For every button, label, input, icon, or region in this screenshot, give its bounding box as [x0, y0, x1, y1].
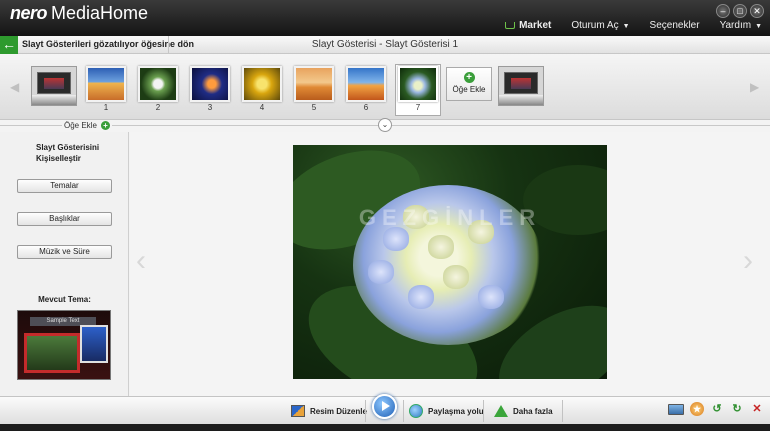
more-label: Daha fazla: [513, 406, 553, 416]
next-slide-icon[interactable]: ›: [743, 246, 763, 276]
bottom-toolbar: Resim Düzenle Paylaşma yolu Daha fazla ★…: [0, 394, 770, 424]
options-menu[interactable]: Seçenekler: [650, 20, 700, 31]
share-label: Paylaşma yolu: [428, 406, 484, 416]
thumbnail-7[interactable]: [398, 66, 438, 102]
back-arrow-icon[interactable]: ←: [0, 36, 18, 54]
transition-tile-start[interactable]: [31, 66, 77, 106]
theme-frame: [80, 325, 108, 363]
add-item-tile[interactable]: + Öğe Ekle: [446, 67, 492, 101]
thumbnail-1[interactable]: [86, 66, 126, 102]
petal: [443, 265, 469, 289]
strip-footer: Öğe Ekle + ⌄: [0, 118, 770, 132]
thumbnail-number: 4: [259, 103, 265, 112]
chevron-down-icon: ▼: [622, 23, 630, 30]
favorite-icon[interactable]: ★: [690, 402, 704, 416]
plus-icon: +: [463, 72, 475, 83]
add-item-label: Öğe Ekle: [64, 121, 97, 130]
thumbnail-number: 7: [415, 103, 421, 112]
brand-product: MediaHome: [51, 3, 149, 23]
window-footer: [0, 424, 770, 431]
toolbar-divider: [365, 400, 366, 422]
market-link[interactable]: Market: [505, 20, 551, 31]
petal: [408, 285, 434, 309]
thumbnail-5[interactable]: [294, 66, 334, 102]
transition-tile-end[interactable]: [498, 66, 544, 106]
play-icon[interactable]: [372, 394, 397, 419]
nav-divider: [168, 36, 169, 54]
app-logo: nero MediaHome: [10, 3, 148, 24]
toolbar-divider: [483, 400, 484, 422]
collapse-chevron-icon[interactable]: ⌄: [378, 118, 392, 132]
nav-bar: Slayt Gösterisi - Slayt Gösterisi 1 ← Sl…: [0, 36, 770, 54]
edit-image-button[interactable]: Resim Düzenle: [291, 400, 367, 422]
petal: [368, 260, 394, 284]
transition-floor: [32, 95, 76, 105]
transition-icon: [37, 72, 71, 94]
display-icon[interactable]: [668, 403, 684, 415]
theme-frame: [24, 333, 80, 373]
rotate-left-icon[interactable]: ↺: [710, 402, 724, 416]
thumbnail-number: 5: [311, 103, 317, 112]
plus-icon: +: [100, 121, 110, 130]
transition-floor: [499, 95, 543, 105]
thumbnail-3[interactable]: [190, 66, 230, 102]
login-menu[interactable]: Oturum Aç ▼: [571, 20, 629, 31]
watermark-text: GEZGİNLER: [358, 205, 542, 230]
customize-panel: Slayt Gösterisini Kişiselleştir Temalar …: [0, 132, 129, 396]
brand-nero: nero: [10, 3, 48, 23]
window-controls: – □ ✕: [716, 4, 764, 18]
thumbnail-number: 2: [155, 103, 161, 112]
thumbnail-4[interactable]: [242, 66, 282, 102]
thumbnail-number: 6: [363, 103, 369, 112]
music-duration-button[interactable]: Müzik ve Süre: [17, 245, 112, 259]
edit-image-label: Resim Düzenle: [310, 406, 367, 416]
preview-stage: ‹ › GEZGİNLER: [130, 132, 770, 396]
rotate-right-icon[interactable]: ↻: [730, 402, 744, 416]
thumbnail-2[interactable]: [138, 66, 178, 102]
cart-icon: [505, 22, 516, 29]
restore-button[interactable]: □: [733, 4, 747, 18]
theme-preview[interactable]: Sample Text: [17, 310, 111, 380]
share-globe-icon: [409, 404, 423, 418]
login-label: Oturum Aç: [571, 20, 619, 31]
strip-scroll-right-icon[interactable]: ▶: [750, 80, 759, 94]
more-button[interactable]: Daha fazla: [494, 400, 553, 422]
slide-photo: GEZGİNLER: [293, 145, 607, 379]
toolbar-divider: [562, 400, 563, 422]
chevron-down-icon: ▼: [755, 23, 762, 30]
thumbnail-number: 3: [207, 103, 213, 112]
help-label: Yardım: [719, 20, 752, 31]
close-button[interactable]: ✕: [750, 4, 764, 18]
top-menu: Market Oturum Aç ▼ Seçenekler Yardım ▼: [505, 20, 762, 31]
themes-button[interactable]: Temalar: [17, 179, 112, 193]
quick-actions: ★ ↺ ↻ ✕: [668, 402, 764, 416]
share-button[interactable]: Paylaşma yolu: [409, 400, 484, 422]
up-arrow-icon: [494, 405, 508, 417]
transition-icon: [504, 72, 538, 94]
titles-button[interactable]: Başlıklar: [17, 212, 112, 226]
toolbar-divider: [403, 400, 404, 422]
previous-slide-icon[interactable]: ‹: [136, 246, 156, 276]
thumbnail-strip: ◀ ▶ 1 2 3 4 5 6 7 + Öğe Ekle: [0, 54, 770, 120]
delete-icon[interactable]: ✕: [750, 402, 764, 416]
help-menu[interactable]: Yardım ▼: [720, 20, 762, 31]
thumbnail-number: 1: [103, 103, 109, 112]
petal: [428, 235, 454, 259]
title-bar: nero MediaHome – □ ✕ Market Oturum Aç ▼ Se…: [0, 0, 770, 36]
add-item-label: Öğe Ekle: [452, 85, 486, 94]
petal: [478, 285, 504, 309]
thumbnail-6[interactable]: [346, 66, 386, 102]
edit-image-icon: [291, 405, 305, 417]
add-item-link[interactable]: Öğe Ekle +: [62, 121, 112, 130]
strip-scroll-left-icon[interactable]: ◀: [10, 80, 19, 94]
panel-title: Slayt Gösterisini Kişiselleştir: [36, 143, 100, 163]
market-label: Market: [519, 20, 552, 31]
current-theme-label: Mevcut Tema:: [38, 295, 91, 304]
minimize-button[interactable]: –: [716, 4, 730, 18]
